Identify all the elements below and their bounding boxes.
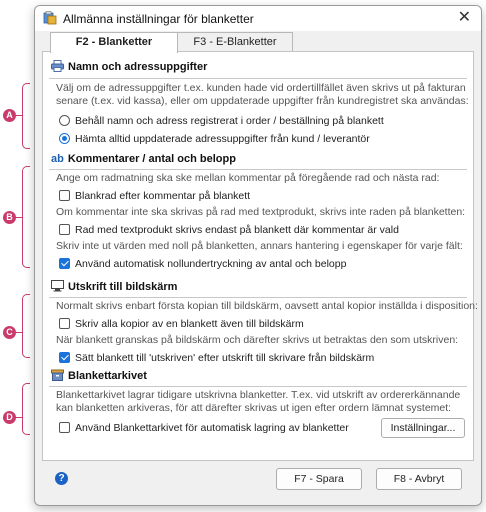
checkbox-use-archive-label: Använd Blankettarkivet för automatisk la… bbox=[75, 422, 349, 434]
section-name-address-separator bbox=[49, 78, 467, 79]
callout-d-bracket bbox=[22, 383, 30, 435]
save-button[interactable]: F7 - Spara bbox=[276, 468, 362, 490]
close-icon[interactable]: ✕ bbox=[458, 9, 471, 27]
cancel-button[interactable]: F8 - Avbryt bbox=[376, 468, 462, 490]
section-archive-desc-1: Blankettarkivet lagrar tidigare utskrivn… bbox=[56, 389, 461, 401]
forms-app-icon bbox=[43, 11, 57, 25]
radio-keep-address-indicator[interactable] bbox=[59, 115, 70, 126]
tab-blanketter[interactable]: F2 - Blanketter bbox=[50, 32, 178, 53]
section-archive-desc-2: kan blanketten arkiveras, för att däreft… bbox=[56, 402, 452, 414]
callout-b: B bbox=[3, 211, 16, 224]
section-comments-desc-1: Ange om radmatning ska ske mellan kommen… bbox=[56, 172, 440, 184]
window-title: Allmänna inställningar för blanketter bbox=[63, 12, 254, 26]
section-archive-title: Blankettarkivet bbox=[68, 370, 147, 382]
printer-icon bbox=[51, 60, 64, 72]
callout-a: A bbox=[3, 109, 16, 122]
archive-settings-button[interactable]: Inställningar... bbox=[381, 418, 465, 438]
tab-strip: F2 - Blanketter F3 - E-Blanketter bbox=[42, 32, 481, 53]
settings-panel: Namn och adressuppgifter Välj om de adre… bbox=[42, 51, 478, 461]
section-name-address-title: Namn och adressuppgifter bbox=[68, 61, 208, 73]
section-name-address-desc-2: senare (t.ex. vid kassa), eller om uppda… bbox=[56, 95, 469, 107]
section-screen-output-heading: Utskrift till bildskärm bbox=[51, 280, 177, 296]
settings-dialog: Allmänna inställningar för blanketter ✕ … bbox=[34, 5, 482, 506]
checkbox-mark-printed-box[interactable] bbox=[59, 352, 70, 363]
callout-d: D bbox=[3, 411, 16, 424]
section-comments-desc-2: Om kommentar inte ska skrivas på rad med… bbox=[56, 206, 466, 218]
section-archive-separator bbox=[49, 386, 467, 387]
section-archive-heading: Blankettarkivet bbox=[51, 369, 147, 385]
checkbox-mark-printed-label: Sätt blankett till 'utskriven' efter uts… bbox=[75, 352, 375, 364]
tab-e-blanketter[interactable]: F3 - E-Blanketter bbox=[177, 32, 293, 51]
archive-icon bbox=[51, 369, 64, 381]
checkbox-text-product-label: Rad med textprodukt skrivs endast på bla… bbox=[75, 224, 399, 236]
checkbox-text-product-box[interactable] bbox=[59, 224, 70, 235]
checkbox-blank-row-box[interactable] bbox=[59, 190, 70, 201]
checkbox-zero-suppression-label: Använd automatisk nollundertryckning av … bbox=[75, 258, 347, 270]
callout-b-bracket bbox=[22, 166, 30, 268]
monitor-icon bbox=[51, 280, 64, 292]
section-comments-heading: ab Kommentarer / antal och belopp bbox=[51, 153, 236, 169]
section-comments-desc-3: Skriv inte ut värden med noll på blanket… bbox=[56, 240, 463, 252]
section-name-address-desc-1: Välj om de adressuppgifter t.ex. kunden … bbox=[56, 82, 466, 94]
section-comments-separator bbox=[49, 169, 467, 170]
section-name-address-heading: Namn och adressuppgifter bbox=[51, 60, 207, 76]
radio-fetch-address-indicator[interactable] bbox=[59, 133, 70, 144]
checkbox-all-copies-screen-box[interactable] bbox=[59, 318, 70, 329]
checkbox-blank-row-label: Blankrad efter kommentar på blankett bbox=[75, 190, 251, 202]
checkbox-all-copies-screen-label: Skriv alla kopior av en blankett även ti… bbox=[75, 318, 304, 330]
radio-fetch-address-label: Hämta alltid uppdaterade adressuppgifter… bbox=[75, 133, 370, 145]
callout-c-bracket bbox=[22, 294, 30, 358]
title-bar: Allmänna inställningar för blanketter ✕ bbox=[35, 6, 481, 31]
section-screen-output-title: Utskrift till bildskärm bbox=[68, 281, 178, 293]
checkbox-zero-suppression-box[interactable] bbox=[59, 258, 70, 269]
section-screen-output-desc-1: Normalt skrivs enbart första kopian till… bbox=[56, 300, 478, 312]
callout-a-bracket bbox=[22, 83, 30, 149]
text-ab-icon: ab bbox=[51, 153, 64, 165]
section-screen-output-desc-2: När blankett granskas på bildskärm och d… bbox=[56, 334, 459, 346]
section-screen-output-separator bbox=[49, 297, 467, 298]
radio-keep-address-label: Behåll namn och adress registrerat i ord… bbox=[75, 115, 384, 127]
checkbox-use-archive-box[interactable] bbox=[59, 422, 70, 433]
help-icon[interactable]: ? bbox=[55, 472, 68, 485]
section-comments-title: Kommentarer / antal och belopp bbox=[67, 153, 236, 165]
callout-c: C bbox=[3, 326, 16, 339]
